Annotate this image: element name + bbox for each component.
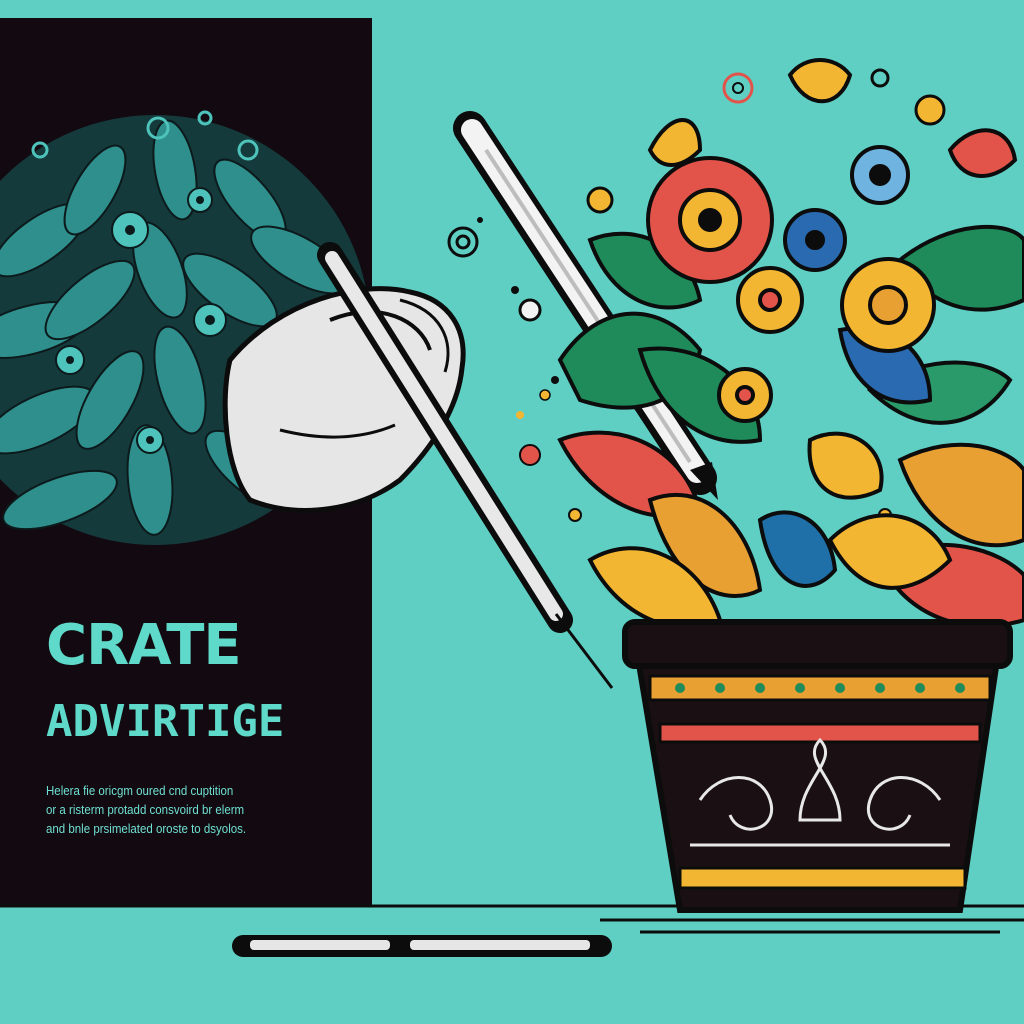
body-line: and bnle prsimelated oroste to dsyolos. <box>46 822 247 836</box>
body-text: Helera fie oricgm oured cnd cuptition or… <box>46 782 346 839</box>
pen-icon <box>232 935 612 957</box>
body-line: or a risterm protadd consvoird br elerm <box>46 803 245 817</box>
illustration <box>0 58 1024 957</box>
body-line: Helera fie oricgm oured cnd cuptition <box>46 784 234 798</box>
poster: CRATE ADVIRTIGE Helera fie oricgm oured … <box>0 0 1024 1024</box>
subhead: ADVIRTIGE <box>46 696 285 747</box>
headline: CRATE <box>46 613 242 678</box>
flower-pot-icon <box>557 58 1024 913</box>
